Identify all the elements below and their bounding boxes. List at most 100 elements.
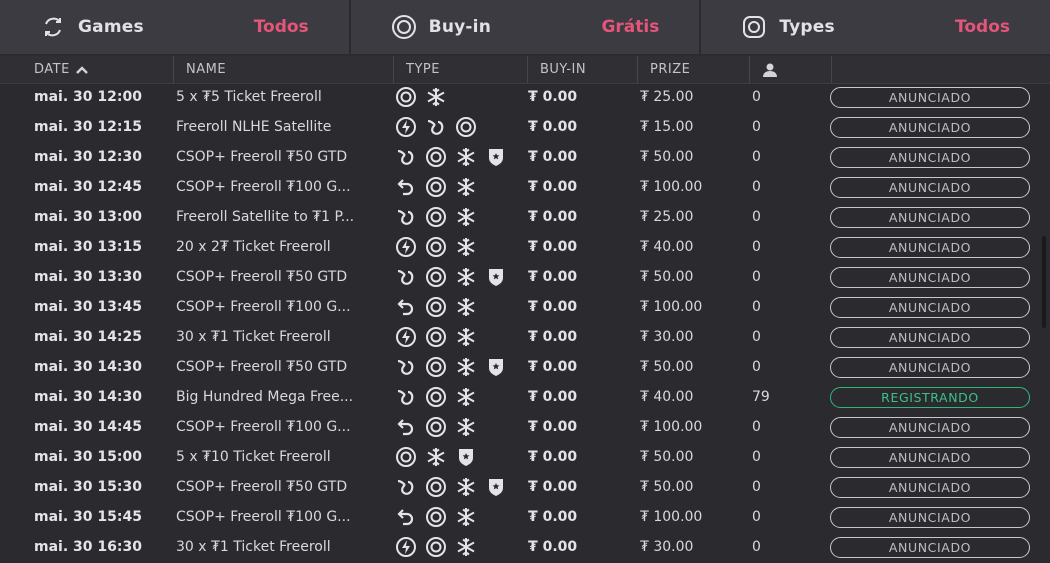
satellite-icon — [394, 356, 418, 378]
row-name: Freeroll NLHE Satellite — [176, 119, 332, 135]
column-type[interactable]: TYPE — [394, 56, 528, 83]
row-buyin: ₮ 0.00 — [528, 539, 578, 555]
row-date: mai. 30 12:30 — [34, 149, 142, 165]
row-type-icons — [394, 266, 528, 288]
chip-icon — [424, 236, 448, 258]
filter-buyin-value[interactable]: Grátis — [601, 17, 659, 37]
row-name: CSOP+ Freeroll ₮50 GTD — [176, 269, 348, 285]
row-buyin: ₮ 0.00 — [528, 389, 578, 405]
status-badge[interactable]: ANUNCIADO — [830, 476, 1030, 498]
row-prize: ₮ 50.00 — [640, 449, 694, 465]
row-name: CSOP+ Freeroll ₮100 G... — [176, 419, 351, 435]
table-row[interactable]: mai. 30 16:30 30 x ₮1 Ticket Freeroll ₮ 0.… — [0, 532, 1040, 562]
status-badge[interactable]: ANUNCIADO — [830, 206, 1030, 228]
row-buyin: ₮ 0.00 — [528, 479, 578, 495]
chip-icon — [394, 446, 418, 468]
status-badge[interactable]: ANUNCIADO — [830, 116, 1030, 138]
row-status-cell: ANUNCIADO — [830, 446, 1040, 468]
row-buyin: ₮ 0.00 — [528, 299, 578, 315]
snowflake-icon — [454, 296, 478, 318]
row-buyin: ₮ 0.00 — [528, 359, 578, 375]
row-prize: ₮ 50.00 — [640, 149, 694, 165]
table-row[interactable]: mai. 30 12:15 Freeroll NLHE Satellite ₮ 0.… — [0, 112, 1040, 142]
row-status-cell: ANUNCIADO — [830, 86, 1040, 108]
row-name: CSOP+ Freeroll ₮50 GTD — [176, 359, 348, 375]
column-buyin[interactable]: BUY-IN — [528, 56, 638, 83]
table-row[interactable]: mai. 30 14:45 CSOP+ Freeroll ₮100 G... ₮ 0… — [0, 412, 1040, 442]
chip-icon — [424, 206, 448, 228]
status-badge[interactable]: ANUNCIADO — [830, 356, 1030, 378]
table-row[interactable]: mai. 30 14:30 CSOP+ Freeroll ₮50 GTD ₮ 0.0… — [0, 352, 1040, 382]
row-type-icons — [394, 236, 528, 258]
table-row[interactable]: mai. 30 13:00 Freeroll Satellite to ₮1 P.… — [0, 202, 1040, 232]
rebuy-icon — [394, 176, 418, 198]
row-date: mai. 30 14:25 — [34, 329, 142, 345]
column-type-label: TYPE — [406, 62, 440, 77]
status-badge[interactable]: ANUNCIADO — [830, 326, 1030, 348]
row-name: Big Hundred Mega Free... — [176, 389, 354, 405]
status-badge[interactable]: ANUNCIADO — [830, 506, 1030, 528]
table-row[interactable]: mai. 30 13:45 CSOP+ Freeroll ₮100 G... ₮ 0… — [0, 292, 1040, 322]
scrollbar-thumb[interactable] — [1042, 236, 1046, 328]
table-row[interactable]: mai. 30 13:15 20 x 2₮ Ticket Freeroll ₮ 0.… — [0, 232, 1040, 262]
row-date: mai. 30 15:45 — [34, 509, 142, 525]
status-badge[interactable]: ANUNCIADO — [830, 296, 1030, 318]
snowflake-icon — [454, 386, 478, 408]
row-players: 79 — [752, 389, 770, 405]
table-row[interactable]: mai. 30 15:45 CSOP+ Freeroll ₮100 G... ₮ 0… — [0, 502, 1040, 532]
row-date: mai. 30 12:00 — [34, 89, 142, 105]
types-chip-icon — [741, 14, 767, 40]
filter-games-label: Games — [78, 17, 144, 37]
row-buyin: ₮ 0.00 — [528, 89, 578, 105]
row-name: CSOP+ Freeroll ₮100 G... — [176, 299, 351, 315]
row-name: CSOP+ Freeroll ₮50 GTD — [176, 149, 348, 165]
rebuy-icon — [394, 296, 418, 318]
table-row[interactable]: mai. 30 14:30 Big Hundred Mega Free... ₮ 0… — [0, 382, 1040, 412]
status-badge[interactable]: ANUNCIADO — [830, 266, 1030, 288]
filter-games-value[interactable]: Todos — [254, 17, 309, 37]
filter-buyin[interactable]: Buy-in Grátis — [350, 0, 702, 56]
status-badge[interactable]: ANUNCIADO — [830, 176, 1030, 198]
row-buyin: ₮ 0.00 — [528, 149, 578, 165]
table-row[interactable]: mai. 30 12:30 CSOP+ Freeroll ₮50 GTD ₮ 0.0… — [0, 142, 1040, 172]
row-prize: ₮ 100.00 — [640, 179, 703, 195]
rebuy-icon — [394, 506, 418, 528]
row-status-cell: ANUNCIADO — [830, 236, 1040, 258]
status-badge[interactable]: ANUNCIADO — [830, 86, 1030, 108]
status-badge[interactable]: REGISTRANDO — [830, 386, 1030, 408]
status-badge[interactable]: ANUNCIADO — [830, 536, 1030, 558]
filter-types[interactable]: Types Todos — [701, 0, 1050, 56]
snowflake-icon — [454, 236, 478, 258]
table-row[interactable]: mai. 30 14:25 30 x ₮1 Ticket Freeroll ₮ 0.… — [0, 322, 1040, 352]
column-name[interactable]: NAME — [174, 56, 394, 83]
row-prize: ₮ 50.00 — [640, 359, 694, 375]
row-prize: ₮ 100.00 — [640, 419, 703, 435]
table-row[interactable]: mai. 30 12:00 5 x ₮5 Ticket Freeroll ₮ 0.0… — [0, 82, 1040, 112]
status-badge[interactable]: ANUNCIADO — [830, 236, 1030, 258]
column-date-label: DATE — [34, 62, 70, 77]
status-badge[interactable]: ANUNCIADO — [830, 416, 1030, 438]
column-prize-label: PRIZE — [650, 62, 691, 77]
row-players: 0 — [752, 509, 761, 525]
status-badge[interactable]: ANUNCIADO — [830, 146, 1030, 168]
filter-types-label: Types — [779, 17, 835, 37]
status-badge[interactable]: ANUNCIADO — [830, 446, 1030, 468]
column-date[interactable]: DATE — [0, 56, 174, 83]
chip-icon — [424, 176, 448, 198]
table-row[interactable]: mai. 30 13:30 CSOP+ Freeroll ₮50 GTD ₮ 0.0… — [0, 262, 1040, 292]
row-status-cell: ANUNCIADO — [830, 536, 1040, 558]
column-buyin-label: BUY-IN — [540, 62, 587, 77]
row-status-cell: ANUNCIADO — [830, 506, 1040, 528]
column-prize[interactable]: PRIZE — [638, 56, 750, 83]
chip-icon — [424, 296, 448, 318]
table-row[interactable]: mai. 30 15:00 5 x ₮10 Ticket Freeroll ₮ 0.… — [0, 442, 1040, 472]
filter-games[interactable]: Games Todos — [0, 0, 351, 56]
table-row[interactable]: mai. 30 15:30 CSOP+ Freeroll ₮50 GTD ₮ 0.0… — [0, 472, 1040, 502]
column-players[interactable] — [750, 56, 832, 83]
filter-types-value[interactable]: Todos — [955, 17, 1010, 37]
table-row[interactable]: mai. 30 12:45 CSOP+ Freeroll ₮100 G... ₮ 0… — [0, 172, 1040, 202]
row-players: 0 — [752, 479, 761, 495]
row-date: mai. 30 13:45 — [34, 299, 142, 315]
row-date: mai. 30 12:45 — [34, 179, 142, 195]
shield-icon — [484, 476, 508, 498]
